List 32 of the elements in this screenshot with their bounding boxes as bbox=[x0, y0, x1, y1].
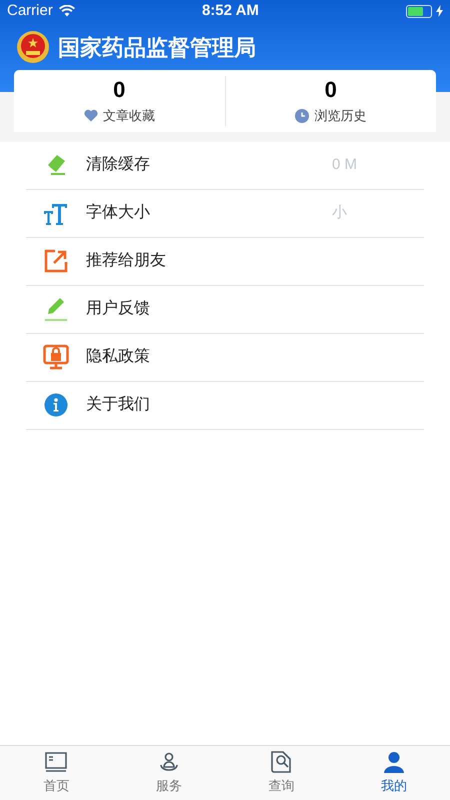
wifi-icon bbox=[58, 5, 75, 17]
menu-item[interactable]: 推荐给朋友 bbox=[26, 238, 424, 286]
clock-time: 8:52 AM bbox=[200, 0, 260, 21]
carrier-label: Carrier bbox=[7, 0, 53, 21]
menu-item[interactable]: 字体大小 小 bbox=[26, 190, 424, 238]
share-icon bbox=[43, 248, 69, 274]
menu-item[interactable]: 关于我们 bbox=[26, 382, 424, 430]
charging-icon bbox=[436, 5, 443, 17]
pencil-icon bbox=[43, 296, 69, 322]
menu-item[interactable]: 清除缓存 0 M bbox=[26, 142, 424, 190]
tab-item[interactable]: 首页 bbox=[0, 746, 112, 800]
menu-item[interactable]: 用户反馈 bbox=[26, 286, 424, 334]
heart-icon bbox=[84, 109, 98, 122]
tab-item[interactable]: 查询 bbox=[225, 746, 338, 800]
clock-icon bbox=[295, 108, 310, 123]
stat-link[interactable]: 浏览历史 bbox=[295, 106, 366, 126]
menu-value: 0 M bbox=[332, 154, 358, 175]
stat-count: 0 bbox=[324, 76, 337, 104]
battery-icon bbox=[406, 4, 432, 18]
stat-link[interactable]: 文章收藏 bbox=[84, 106, 155, 126]
tab-item[interactable]: 我的 bbox=[338, 746, 450, 800]
person-icon bbox=[382, 750, 406, 774]
lock-screen-icon bbox=[43, 344, 69, 370]
search-icon bbox=[269, 750, 294, 774]
menu-item[interactable]: 隐私政策 bbox=[26, 334, 424, 382]
stat-count: 0 bbox=[113, 76, 126, 104]
book-icon bbox=[44, 750, 68, 774]
menu-value: 小 bbox=[332, 202, 348, 223]
app-title: 国家药品监督管理局 bbox=[58, 34, 256, 62]
emblem-logo bbox=[16, 30, 50, 64]
tab-item[interactable]: 服务 bbox=[112, 746, 225, 800]
info-icon bbox=[43, 392, 69, 418]
